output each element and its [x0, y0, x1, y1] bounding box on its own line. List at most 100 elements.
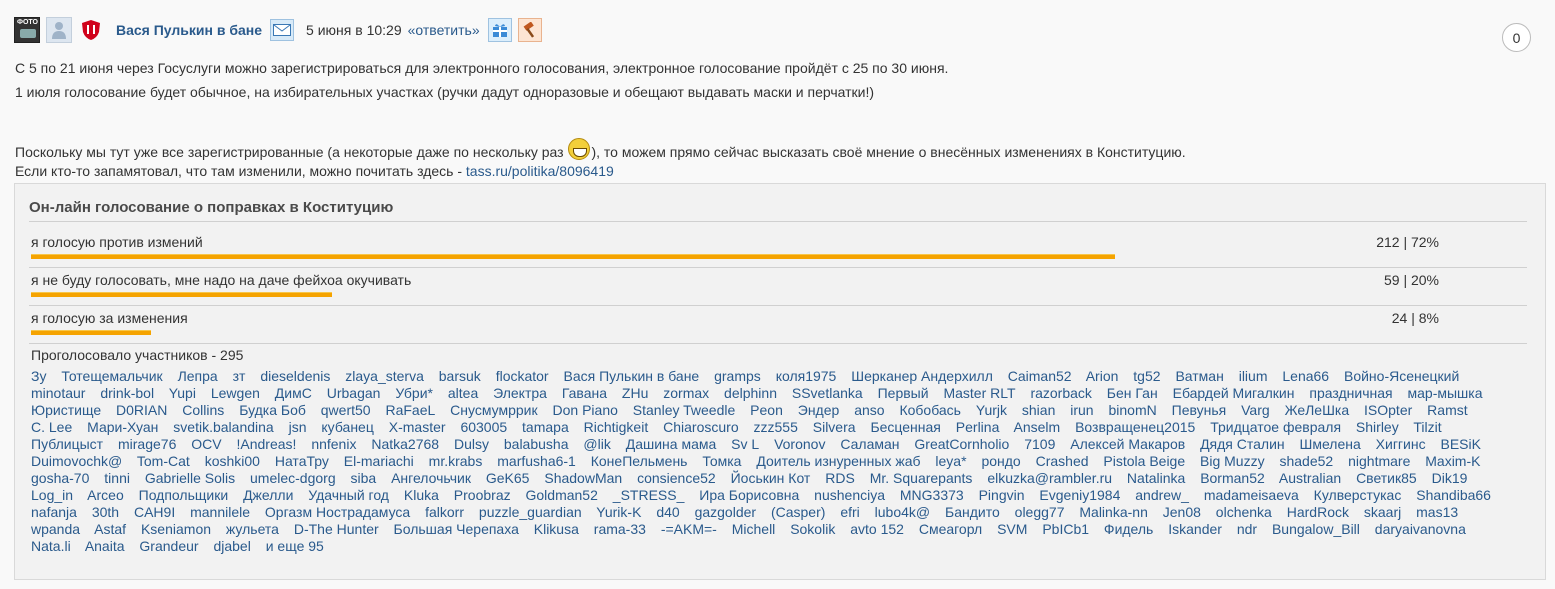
voter-link[interactable]: НатаТру — [275, 453, 329, 469]
voter-link[interactable]: @lik — [583, 436, 610, 452]
voter-link[interactable]: Perlina — [956, 419, 1000, 435]
voter-link[interactable]: Алексей Макаров — [1070, 436, 1185, 452]
voter-link[interactable]: Убри* — [395, 385, 433, 401]
voter-link[interactable]: d40 — [656, 504, 679, 520]
voter-link[interactable]: Goldman52 — [526, 487, 598, 503]
voter-link[interactable]: Dulsy — [454, 436, 489, 452]
voter-link[interactable]: Мари-Хуан — [87, 419, 158, 435]
voter-link[interactable]: Первый — [878, 385, 929, 401]
voter-link[interactable]: qwert50 — [321, 402, 371, 418]
voter-link[interactable]: Proobraz — [454, 487, 511, 503]
voter-link[interactable]: КонеПельмень — [591, 453, 688, 469]
voter-link[interactable]: rama-33 — [594, 521, 646, 537]
voter-link[interactable]: Снусмумррик — [450, 402, 537, 418]
voter-link[interactable]: lubo4k@ — [875, 504, 930, 520]
hammer-icon[interactable] — [517, 18, 542, 42]
voter-link[interactable]: Бандито — [945, 504, 1000, 520]
voter-link[interactable]: Зу — [31, 368, 46, 384]
reply-counter[interactable]: 0 — [1502, 23, 1531, 52]
voter-link[interactable]: siba — [351, 470, 377, 486]
voter-link[interactable]: Yurjk — [976, 402, 1007, 418]
voter-link[interactable]: Pistola Beige — [1103, 453, 1185, 469]
voter-link[interactable]: ZHu — [622, 385, 648, 401]
voter-link[interactable]: gramps — [714, 368, 761, 384]
author-link[interactable]: Вася Пулькин в бане — [116, 22, 262, 38]
voter-link[interactable]: skaarj — [1364, 504, 1401, 520]
voter-link[interactable]: zzz555 — [754, 419, 798, 435]
voter-link[interactable]: коля1975 — [776, 368, 837, 384]
voter-link[interactable]: (Casper) — [771, 504, 825, 520]
voter-link[interactable]: Будка Боб — [239, 402, 306, 418]
voter-link[interactable]: Бен Ган — [1107, 385, 1158, 401]
voter-link[interactable]: Nata.li — [31, 538, 71, 554]
voter-link[interactable]: Klikusa — [534, 521, 579, 537]
voter-link[interactable]: ndr — [1237, 521, 1257, 537]
voter-link[interactable]: Urbagan — [327, 385, 381, 401]
voter-link[interactable]: Sv L — [731, 436, 759, 452]
voter-link[interactable]: djabel — [213, 538, 250, 554]
voter-link[interactable]: Большая Черепаха — [394, 521, 519, 537]
voter-link[interactable]: Джелли — [243, 487, 293, 503]
voter-link[interactable]: nightmare — [1348, 453, 1410, 469]
voter-link[interactable]: elkuzka@rambler.ru — [987, 470, 1112, 486]
voter-link[interactable]: Шмелена — [1300, 436, 1361, 452]
voter-link[interactable]: -=AKM=- — [661, 521, 717, 537]
avatar-icon[interactable] — [46, 17, 72, 43]
voter-link[interactable]: Смеагорл — [919, 521, 982, 537]
voter-link[interactable]: Фидель — [1104, 521, 1153, 537]
voter-link[interactable]: tamapa — [522, 419, 569, 435]
voter-link[interactable]: koshki00 — [205, 453, 260, 469]
voter-link[interactable]: Вася Пулькин в бане — [564, 368, 700, 384]
voter-link[interactable]: Tom-Cat — [137, 453, 190, 469]
voter-link[interactable]: Chiaroscuro — [663, 419, 738, 435]
voter-link[interactable]: Kseniamon — [141, 521, 211, 537]
voter-link[interactable]: Саламан — [840, 436, 899, 452]
voter-link[interactable]: Tilzit — [1413, 419, 1441, 435]
voter-link[interactable]: Grandeur — [139, 538, 198, 554]
voter-link[interactable]: ilium — [1239, 368, 1268, 384]
voter-link[interactable]: Collins — [182, 402, 224, 418]
voter-link[interactable]: Хиггинс — [1376, 436, 1426, 452]
voter-link[interactable]: umelec-dgorg — [250, 470, 336, 486]
voter-link[interactable]: nafanja — [31, 504, 77, 520]
voter-link[interactable]: Dik19 — [1432, 470, 1468, 486]
voter-link[interactable]: Stanley Tweedle — [633, 402, 735, 418]
voter-link[interactable]: Ангелочьчик — [391, 470, 471, 486]
voter-link[interactable]: Тридцатое февраля — [1210, 419, 1341, 435]
voter-link[interactable]: Лепра — [178, 368, 218, 384]
voter-link[interactable]: madameisaeva — [1204, 487, 1299, 503]
voter-link[interactable]: Richtigkeit — [584, 419, 649, 435]
voter-link[interactable]: Удачный год — [308, 487, 389, 503]
voter-link[interactable]: BESiK — [1441, 436, 1481, 452]
voter-link[interactable]: SVM — [997, 521, 1027, 537]
voter-link[interactable]: 7109 — [1024, 436, 1055, 452]
voter-link[interactable]: Iskander — [1168, 521, 1222, 537]
voter-link[interactable]: GreatCornholio — [914, 436, 1009, 452]
tass-link[interactable]: tass.ru/politika/8096419 — [466, 163, 614, 179]
voter-link[interactable]: !Andreas! — [236, 436, 296, 452]
voter-link[interactable]: Гавана — [562, 385, 607, 401]
voter-link[interactable]: Дядя Сталин — [1200, 436, 1285, 452]
voter-link[interactable]: delphinn — [724, 385, 777, 401]
voter-link[interactable]: Томка — [702, 453, 741, 469]
voter-link[interactable]: Duimovochk@ — [31, 453, 122, 469]
voter-link[interactable]: Йоськин Кот — [731, 470, 811, 486]
voter-link[interactable]: Log_in — [31, 487, 73, 503]
voter-link[interactable]: HardRock — [1287, 504, 1349, 520]
voter-link[interactable]: Anaita — [85, 538, 125, 554]
voter-link[interactable]: Jen08 — [1163, 504, 1201, 520]
voter-link[interactable]: Anselm — [1014, 419, 1061, 435]
voter-link[interactable]: Кобобась — [899, 402, 961, 418]
voter-link[interactable]: flockator — [496, 368, 549, 384]
voter-link[interactable]: minotaur — [31, 385, 85, 401]
voter-link[interactable]: Silvera — [813, 419, 856, 435]
mail-icon[interactable] — [270, 19, 295, 41]
voter-link[interactable]: tinni — [104, 470, 130, 486]
voter-link[interactable]: olegg77 — [1015, 504, 1065, 520]
voter-link[interactable]: Подпольщики — [139, 487, 229, 503]
voter-link[interactable]: gosha-70 — [31, 470, 89, 486]
voter-link[interactable]: ДимС — [275, 385, 312, 401]
voter-link[interactable]: anso — [854, 402, 884, 418]
voter-link[interactable]: balabusha — [504, 436, 569, 452]
voter-link[interactable]: Evgeniy1984 — [1039, 487, 1120, 503]
